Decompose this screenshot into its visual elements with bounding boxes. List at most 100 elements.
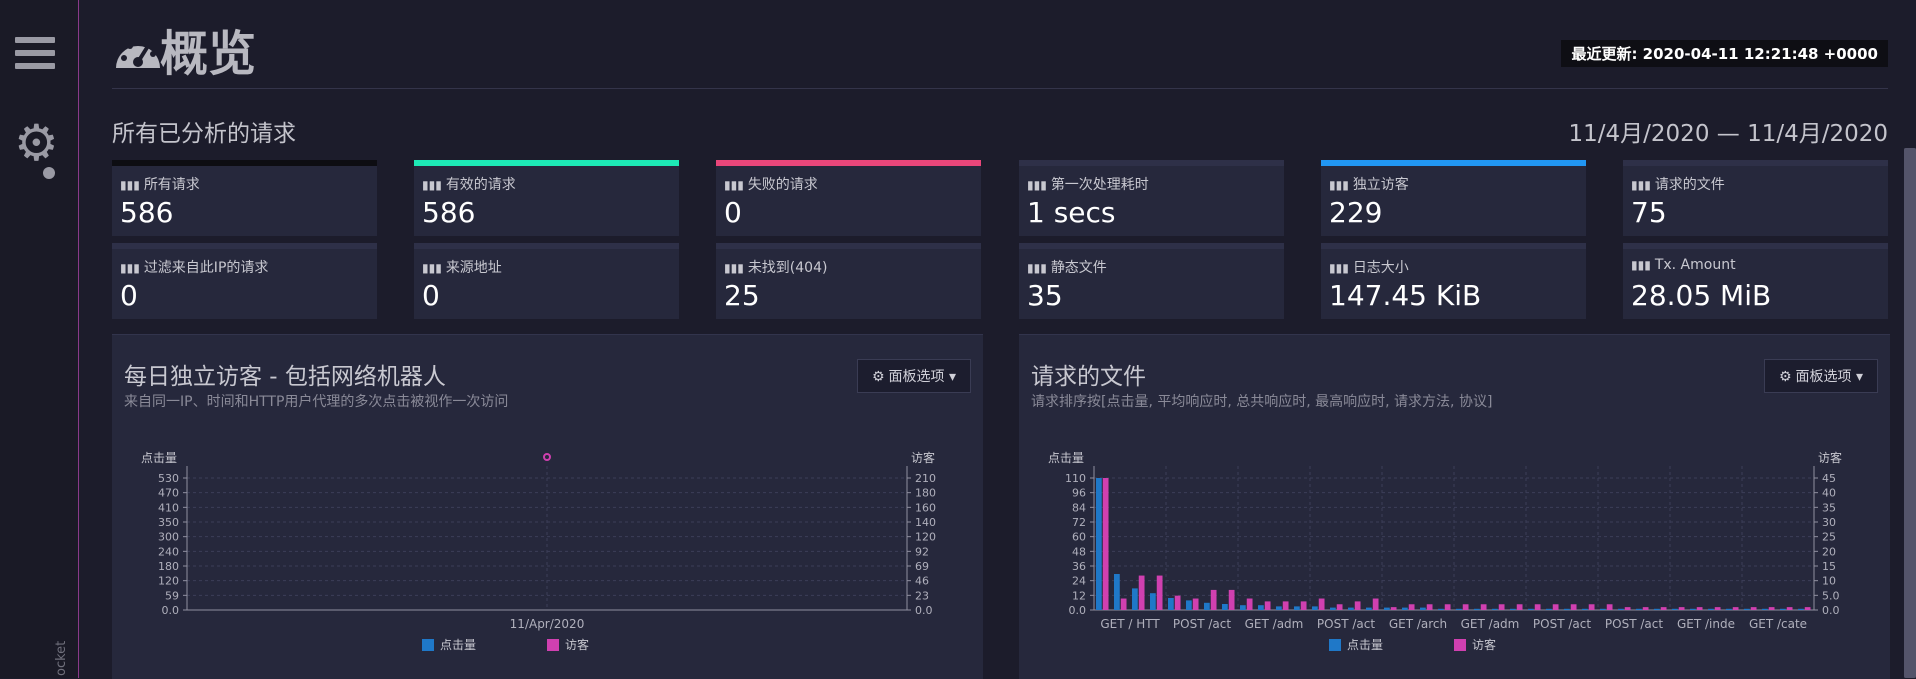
y-tick-left: 530 xyxy=(158,472,179,485)
bar-visitors xyxy=(1804,607,1811,610)
bar-visitors xyxy=(1606,604,1613,610)
bar-visitors xyxy=(1750,607,1757,610)
bar-visitors xyxy=(1768,607,1775,610)
stat-label-text: 独立访客 xyxy=(1352,177,1409,193)
bar-hits xyxy=(1456,608,1462,610)
y-tick-right: 10 xyxy=(1822,575,1836,588)
bar-hits xyxy=(1690,608,1696,610)
stat-label-text: Tx. Amount xyxy=(1654,257,1736,273)
y-tick-left: 59 xyxy=(165,589,179,602)
bar-chart-icon: ▮▮▮ xyxy=(120,261,140,275)
bar-visitors xyxy=(1588,604,1595,610)
y-tick-right: 46 xyxy=(915,575,929,588)
y-tick-right: 160 xyxy=(915,501,936,514)
bar-visitors xyxy=(1642,607,1649,610)
bar-visitors xyxy=(1714,607,1721,610)
stat-card: ▮▮▮ 来源地址 0 xyxy=(414,243,679,319)
panel-title: 每日独立访客 - 包括网络机器人 xyxy=(124,364,446,390)
legend-swatch xyxy=(422,639,434,651)
stat-card: ▮▮▮ 日志大小 147.45 KiB xyxy=(1321,243,1586,319)
stat-value: 0 xyxy=(120,279,138,312)
y-tick-right: 20 xyxy=(1822,545,1836,558)
cog-icon: ⚙ xyxy=(871,369,885,385)
x-tick-label: GET / HTT xyxy=(1100,617,1160,631)
bar-visitors xyxy=(1102,478,1109,610)
stat-label: ▮▮▮ 过滤来自此IP的请求 xyxy=(120,257,268,277)
section-heading: 所有已分析的请求 xyxy=(112,121,296,147)
y-tick-left: 410 xyxy=(158,501,179,514)
stat-label: ▮▮▮ Tx. Amount xyxy=(1631,257,1736,273)
y-tick-left: 470 xyxy=(158,487,179,500)
stat-label: ▮▮▮ 静态文件 xyxy=(1027,257,1107,277)
stat-value: 25 xyxy=(724,279,760,312)
stat-label-text: 过滤来自此IP的请求 xyxy=(143,260,269,276)
x-tick-label: GET /adm xyxy=(1245,617,1304,631)
stat-label-text: 请求的文件 xyxy=(1654,177,1725,193)
bar-visitors xyxy=(1678,607,1685,610)
bar-visitors xyxy=(1516,604,1523,610)
x-tick-label: GET /cate xyxy=(1749,617,1807,631)
bar-hits xyxy=(1384,607,1390,610)
stat-label-text: 未找到(404) xyxy=(747,260,828,276)
scrollbar-thumb[interactable] xyxy=(1904,148,1916,678)
stat-value: 35 xyxy=(1027,279,1063,312)
bar-visitors xyxy=(1408,604,1415,610)
bar-visitors xyxy=(1246,598,1253,610)
panel-options-label: 面板选项 xyxy=(888,369,945,385)
y-tick-left: 60 xyxy=(1072,531,1086,544)
bar-chart-icon: ▮▮▮ xyxy=(120,178,140,192)
bar-hits xyxy=(1240,605,1246,610)
legend-label: 访客 xyxy=(565,637,589,652)
visitors-panel: 每日独立访客 - 包括网络机器人 来自同一IP、时间和HTTP用户代理的多次点击… xyxy=(112,334,983,679)
bar-chart-icon: ▮▮▮ xyxy=(724,261,744,275)
bar-visitors xyxy=(1138,575,1145,610)
bar-hits xyxy=(1330,607,1336,610)
page-scrollbar[interactable] xyxy=(1904,148,1916,678)
y-tick-right: 35 xyxy=(1822,501,1836,514)
last-updated-badge: 最近更新: 2020-04-11 12:21:48 +0000 xyxy=(1561,40,1888,67)
panel-title: 请求的文件 xyxy=(1031,364,1146,390)
stat-value: 229 xyxy=(1329,196,1383,229)
y-tick-left: 24 xyxy=(1072,575,1086,588)
y-tick-left: 48 xyxy=(1072,545,1086,558)
bar-hits xyxy=(1438,608,1444,610)
menu-icon[interactable] xyxy=(15,37,55,76)
panel-options-button[interactable]: ⚙ 面板选项 ▾ xyxy=(856,359,971,393)
y-tick-left: 72 xyxy=(1072,516,1086,529)
y-tick-right: 25 xyxy=(1822,531,1836,544)
x-tick-label: GET /arch xyxy=(1389,617,1447,631)
bar-hits xyxy=(1132,588,1138,610)
bar-hits xyxy=(1474,608,1480,610)
y-tick-right: 69 xyxy=(915,560,929,573)
data-point-hits xyxy=(543,453,551,461)
x-tick-label: POST /act xyxy=(1317,617,1375,631)
stat-label: ▮▮▮ 未找到(404) xyxy=(724,257,827,277)
bar-visitors xyxy=(1174,595,1181,610)
y-tick-right: 180 xyxy=(915,487,936,500)
stat-label: ▮▮▮ 日志大小 xyxy=(1329,257,1409,277)
y-tick-right: 23 xyxy=(915,589,929,602)
bar-hits xyxy=(1618,608,1624,610)
y-tick-left: 120 xyxy=(158,575,179,588)
bar-visitors xyxy=(1624,607,1631,610)
bar-visitors xyxy=(1498,604,1505,610)
bar-hits xyxy=(1780,608,1786,610)
requests-panel: 请求的文件 请求排序按[点击量, 平均响应时, 总共响应时, 最高响应时, 请求… xyxy=(1019,334,1890,679)
y-axis-label-right: 访客 xyxy=(1818,450,1842,465)
y-tick-right: 15 xyxy=(1822,560,1836,573)
settings-status-dot xyxy=(43,167,55,179)
bar-hits xyxy=(1636,608,1642,610)
stat-value: 0 xyxy=(724,196,742,229)
panel-options-label: 面板选项 xyxy=(1795,369,1852,385)
y-tick-right: 210 xyxy=(915,472,936,485)
panel-options-button[interactable]: ⚙ 面板选项 ▾ xyxy=(1763,359,1878,393)
bar-hits xyxy=(1744,608,1750,610)
sidebar-vertical-label: ocket xyxy=(54,640,69,676)
bar-visitors xyxy=(1390,607,1397,610)
bar-chart-icon: ▮▮▮ xyxy=(1027,178,1047,192)
legend-swatch xyxy=(547,639,559,651)
date-range: 11/4月/2020 — 11/4月/2020 xyxy=(1568,121,1888,147)
gear-icon[interactable]: ⚙ xyxy=(14,118,59,168)
bar-hits xyxy=(1096,478,1102,610)
bar-hits xyxy=(1186,600,1192,610)
